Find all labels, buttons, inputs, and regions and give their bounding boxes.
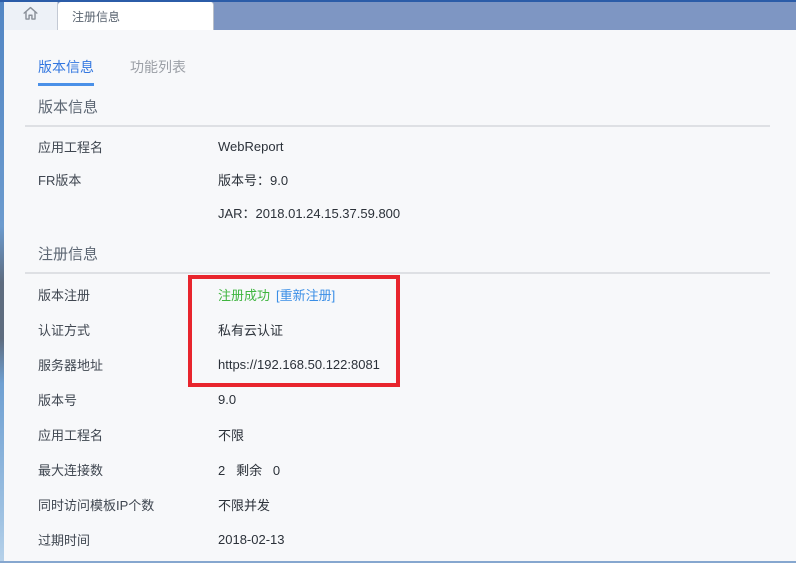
browser-tab-bar: 注册信息 [0, 2, 796, 30]
registration-info-rows: 版本注册 注册成功 [重新注册] 认证方式 私有云认证 服务器地址 https:… [4, 277, 796, 557]
table-row: 服务器地址 https://192.168.50.122:8081 [4, 347, 796, 382]
section-divider [25, 272, 770, 274]
row-value: 不限 [218, 428, 245, 443]
registration-status: 注册成功 [218, 288, 271, 303]
row-value: 2 剩余 0 [218, 463, 281, 478]
row-value: 私有云认证 [218, 323, 284, 338]
row-label: 过期时间 [38, 533, 91, 548]
subtab-version-info[interactable]: 版本信息 [38, 60, 94, 86]
table-row: 认证方式 私有云认证 [4, 312, 796, 347]
row-label: 版本号 [38, 393, 78, 408]
row-value: 9.0 [218, 392, 237, 407]
row-value: JAR：2018.01.24.15.37.59.800 [218, 206, 401, 221]
row-value: 版本号：9.0 [218, 173, 289, 188]
row-label: 版本注册 [38, 288, 91, 303]
table-row: JAR：2018.01.24.15.37.59.800 [4, 196, 796, 229]
table-row: FR版本 版本号：9.0 [4, 163, 796, 196]
table-row: 版本注册 注册成功 [重新注册] [4, 277, 796, 312]
row-value: WebReport [218, 139, 284, 154]
row-label: 最大连接数 [38, 463, 104, 478]
row-value: 不限并发 [218, 498, 271, 513]
subtab-feature-list[interactable]: 功能列表 [130, 60, 186, 86]
window-top-edge [0, 0, 796, 2]
row-label: 同时访问模板IP个数 [38, 498, 155, 513]
table-row: 应用工程名 不限 [4, 417, 796, 452]
subtab-bar: 版本信息 功能列表 [38, 30, 796, 86]
row-label: 认证方式 [38, 323, 91, 338]
main-content: 版本信息 功能列表 版本信息 应用工程名 WebReport FR版本 版本号：… [4, 30, 796, 561]
tab-registration-info[interactable]: 注册信息 [58, 2, 214, 30]
table-row: 过期时间 2018-02-13 [4, 522, 796, 557]
row-label: FR版本 [38, 173, 82, 188]
row-label: 应用工程名 [38, 140, 104, 155]
table-row: 应用工程名 WebReport [4, 130, 796, 163]
row-value: 2018-02-13 [218, 532, 285, 547]
table-row: 最大连接数 2 剩余 0 [4, 452, 796, 487]
window-left-edge [0, 2, 4, 563]
home-icon [21, 4, 40, 28]
tab-label: 注册信息 [72, 9, 121, 24]
row-label: 服务器地址 [38, 358, 104, 373]
row-value: https://192.168.50.122:8081 [218, 357, 380, 372]
table-row: 同时访问模板IP个数 不限并发 [4, 487, 796, 522]
home-button[interactable] [4, 2, 58, 30]
window: 注册信息 版本信息 功能列表 版本信息 应用工程名 WebReport FR版本… [0, 0, 796, 563]
section-title-version-info: 版本信息 [38, 99, 99, 116]
re-register-link[interactable]: [重新注册] [276, 285, 335, 304]
row-label: 应用工程名 [38, 428, 104, 443]
version-info-rows: 应用工程名 WebReport FR版本 版本号：9.0 JAR：2018.01… [4, 130, 796, 229]
section-title-registration-info: 注册信息 [38, 246, 99, 263]
section-divider [25, 125, 770, 127]
table-row: 版本号 9.0 [4, 382, 796, 417]
